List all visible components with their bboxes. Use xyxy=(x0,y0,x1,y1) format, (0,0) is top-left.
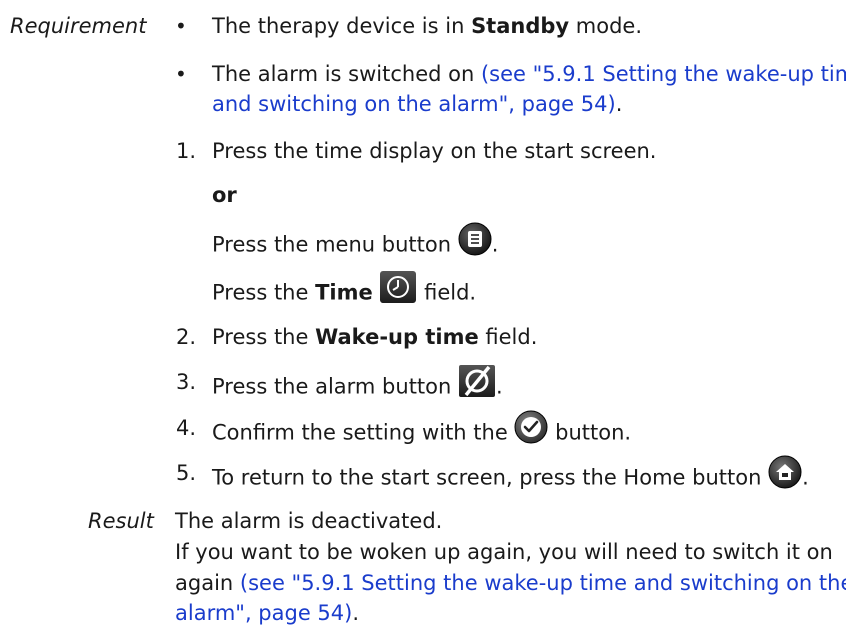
result-section-link-line2[interactable]: alarm", page 54) xyxy=(175,601,352,625)
step-5-suffix: . xyxy=(802,465,809,490)
result-line-3: again (see "5.9.1 Setting the wake-up ti… xyxy=(175,567,846,599)
step-4-prefix: Confirm the setting with the xyxy=(212,420,508,445)
checkmark-icon[interactable] xyxy=(514,410,548,453)
result-line-4: alarm", page 54). xyxy=(175,597,359,629)
alarm-off-icon[interactable] xyxy=(458,364,496,407)
step-3-prefix: Press the alarm button xyxy=(212,374,452,399)
step-1-text: Press the time display on the start scre… xyxy=(212,139,657,163)
requirement-bullet-1: The therapy device is in Standby mode. xyxy=(212,10,642,42)
step-2-text: Press the Wake-up time field. xyxy=(212,321,537,353)
step-4-suffix: button. xyxy=(555,420,632,445)
bullet-2-text: The alarm is switched on xyxy=(212,62,481,86)
or-text: or xyxy=(212,183,237,207)
time-field-label: Time xyxy=(315,280,373,305)
step-5-text: To return to the start screen, press the… xyxy=(212,455,809,500)
step-2-prefix: Press the xyxy=(212,325,316,349)
step-1-alt-1: Press the menu button . xyxy=(212,222,499,267)
wake-up-time-field: Wake-up time xyxy=(315,325,479,349)
step-1-number: 1. xyxy=(176,139,197,163)
step-3-text: Press the alarm button . xyxy=(212,364,503,409)
time-instruction-suffix: field. xyxy=(417,280,477,305)
step-3-suffix: . xyxy=(496,374,503,399)
bullet-2-suffix: . xyxy=(615,92,623,116)
bullet-1-suffix: mode. xyxy=(569,14,643,38)
bullet-marker: • xyxy=(175,62,187,86)
standby-mode: Standby xyxy=(471,14,570,38)
step-5-number: 5. xyxy=(176,461,197,485)
step-4-text: Confirm the setting with the button. xyxy=(212,410,632,455)
step-2-number: 2. xyxy=(176,325,197,349)
home-icon[interactable] xyxy=(768,455,802,498)
requirement-bullet-2-cont: and switching on the alarm", page 54). xyxy=(212,88,622,120)
bullet-marker: • xyxy=(175,14,187,38)
or-label: or xyxy=(212,179,237,211)
result-section-link-line1[interactable]: (see "5.9.1 Setting the wake-up time and… xyxy=(240,571,846,595)
bullet-1-text: The therapy device is in xyxy=(212,14,472,38)
step-3-number: 3. xyxy=(176,370,197,394)
clock-icon[interactable] xyxy=(379,270,417,313)
step-5-prefix: To return to the start screen, press the… xyxy=(212,465,762,490)
time-instruction: Press the xyxy=(212,280,316,305)
menu-instruction-suffix: . xyxy=(491,232,499,257)
requirement-bullet-2: The alarm is switched on (see "5.9.1 Set… xyxy=(212,58,846,90)
result-line-2: If you want to be woken up again, you wi… xyxy=(175,540,833,564)
result-line-1: The alarm is deactivated. xyxy=(175,509,443,533)
section-link-line2[interactable]: and switching on the alarm", page 54) xyxy=(212,92,616,116)
result-again: again xyxy=(175,571,240,595)
requirement-label: Requirement xyxy=(10,14,147,38)
result-suffix: . xyxy=(352,601,360,625)
step-4-number: 4. xyxy=(176,416,197,440)
menu-icon[interactable] xyxy=(458,222,492,265)
section-link-line1[interactable]: (see "5.9.1 Setting the wake-up time xyxy=(481,62,846,86)
menu-instruction: Press the menu button xyxy=(212,232,452,257)
step-2-suffix: field. xyxy=(478,325,538,349)
result-label: Result xyxy=(88,509,154,533)
step-1-alt-2: Press the Time field. xyxy=(212,270,477,315)
